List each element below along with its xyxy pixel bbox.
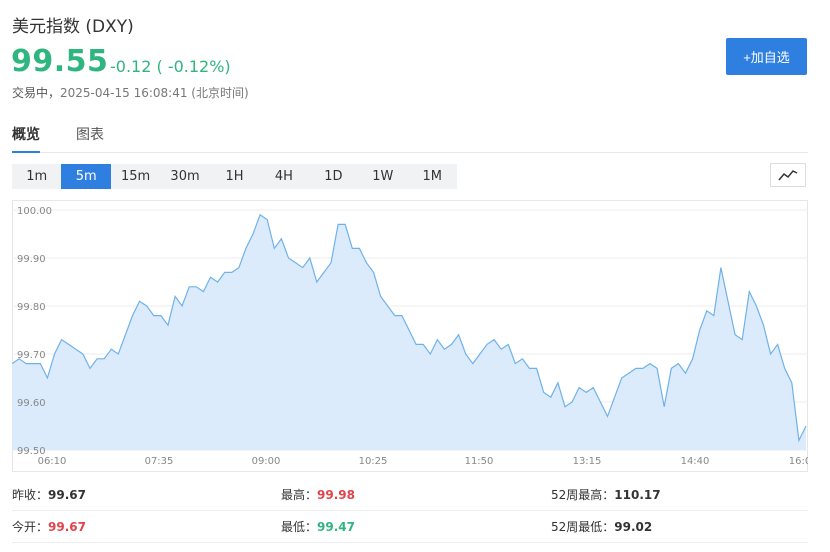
- y-tick-label: 99.70: [17, 350, 46, 361]
- stat-label: 最低：: [281, 520, 318, 534]
- stats-row: 今开：99.67 最低：99.47 52周最低：99.02: [12, 510, 808, 543]
- interval-1w[interactable]: 1W: [358, 164, 407, 189]
- interval-selector: 1m 5m 15m 30m 1H 4H 1D 1W 1M: [12, 164, 457, 189]
- price-chart[interactable]: 100.00 99.90 99.80 99.70 99.60 99.50 06:10 07:3…: [11, 200, 811, 472]
- price-chart-svg: 100.0099.9099.8099.7099.6099.5006:10 07:3…: [11, 200, 811, 472]
- interval-1d[interactable]: 1D: [309, 164, 358, 189]
- x-tick-label: 06:10: [38, 456, 67, 467]
- stat-label: 今开：: [12, 520, 49, 534]
- stat-value: 110.17: [614, 488, 661, 502]
- stat-value: 99.02: [614, 520, 653, 534]
- page-title: 美元指数 (DXY): [12, 17, 134, 37]
- stat-value: 99.98: [317, 488, 355, 502]
- trading-status: 交易中，2025-04-15 16:08:41 (北京时间): [12, 84, 249, 101]
- stat-prev-close: 昨收：99.67: [12, 486, 86, 503]
- price-change: -0.12 ( -0.12%): [110, 57, 231, 76]
- tab-bar: 概览 图表: [12, 124, 808, 153]
- add-to-watchlist-button[interactable]: +加自选: [726, 38, 807, 75]
- x-tick-label: 11:50: [465, 456, 494, 467]
- interval-15m[interactable]: 15m: [111, 164, 160, 189]
- interval-1m[interactable]: 1m: [12, 164, 61, 189]
- y-tick-label: 99.80: [17, 302, 46, 313]
- interval-30m[interactable]: 30m: [160, 164, 209, 189]
- x-tick-label: 13:15: [573, 456, 602, 467]
- y-tick-label: 99.90: [17, 254, 46, 265]
- stats-row: 昨收：99.67 最高：99.98 52周最高：110.17: [12, 478, 808, 511]
- stat-low: 最低：99.47: [281, 518, 355, 535]
- stat-label: 52周最高：: [551, 488, 615, 502]
- x-tick-label: 10:25: [359, 456, 388, 467]
- tab-overview[interactable]: 概览: [12, 124, 40, 153]
- current-price: 99.55: [11, 44, 109, 79]
- tab-chart[interactable]: 图表: [76, 124, 104, 152]
- timestamp: 2025-04-15 16:08:41 (北京时间): [60, 86, 249, 100]
- interval-5m[interactable]: 5m: [61, 164, 111, 189]
- stat-value: 99.67: [48, 488, 86, 502]
- stat-52w-high: 52周最高：110.17: [551, 486, 661, 503]
- line-chart-icon: [778, 170, 798, 181]
- interval-1h[interactable]: 1H: [210, 164, 259, 189]
- stat-label: 最高：: [281, 488, 318, 502]
- stat-label: 52周最低：: [551, 520, 615, 534]
- interval-4h[interactable]: 4H: [259, 164, 308, 189]
- y-tick-label: 100.00: [17, 206, 52, 217]
- x-tick-label: 14:40: [681, 456, 710, 467]
- stat-label: 昨收：: [12, 488, 49, 502]
- x-tick-label: 09:00: [252, 456, 281, 467]
- stat-open: 今开：99.67: [12, 518, 86, 535]
- interval-1mo[interactable]: 1M: [408, 164, 457, 189]
- x-tick-label: 16:0: [789, 456, 808, 467]
- stat-value: 99.67: [48, 520, 86, 534]
- y-tick-label: 99.60: [17, 398, 46, 409]
- x-tick-label: 07:35: [145, 456, 174, 467]
- stat-high: 最高：99.98: [281, 486, 355, 503]
- stat-52w-low: 52周最低：99.02: [551, 518, 652, 535]
- status-label: 交易中，: [12, 86, 61, 100]
- chart-type-button[interactable]: [770, 163, 806, 187]
- stat-value: 99.47: [317, 520, 355, 534]
